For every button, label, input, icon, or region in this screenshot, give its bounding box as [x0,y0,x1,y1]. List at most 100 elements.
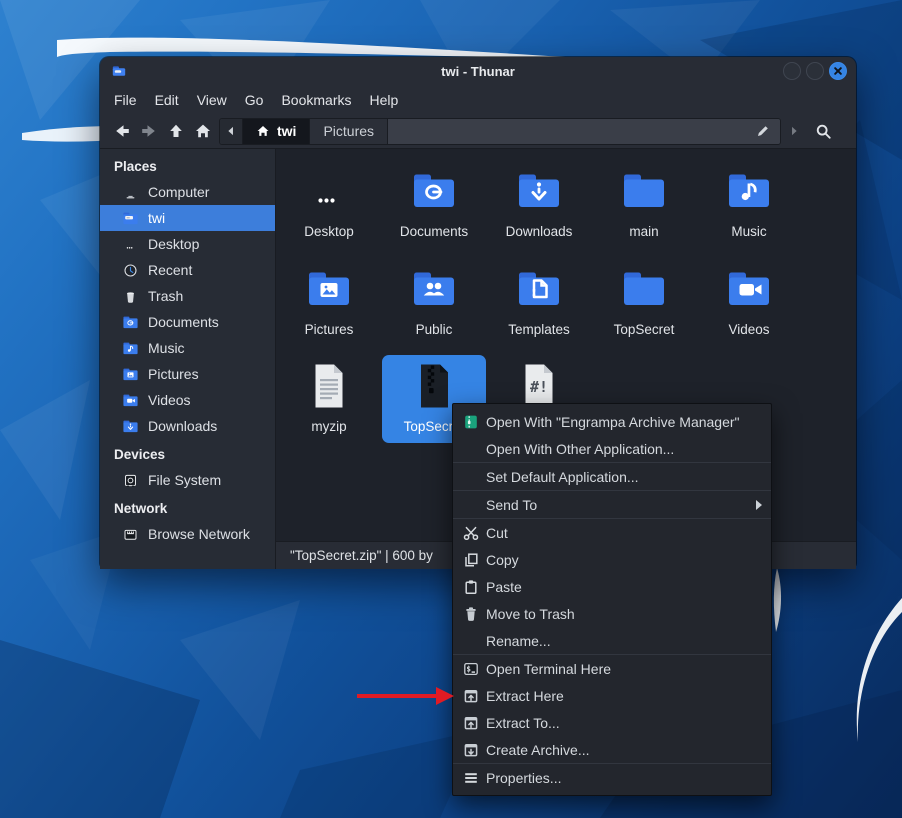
toolbar: twi Pictures [100,114,856,148]
menu-item-paste[interactable]: Paste [453,573,771,600]
sidebar-item-file-system[interactable]: File System [100,467,275,493]
file-label: main [629,224,658,239]
menu-item-label: Properties... [486,770,561,786]
engrampa-icon [463,414,479,430]
menu-view[interactable]: View [188,89,236,111]
menu-edit[interactable]: Edit [146,89,188,111]
trash-icon [122,288,139,305]
file-label: Documents [400,224,468,239]
folder-pictures-icon [305,265,353,313]
file-item-main[interactable]: main [592,160,696,248]
menu-item-move-to-trash[interactable]: Move to Trash [453,600,771,627]
menu-item-properties[interactable]: Properties... [453,764,771,791]
menu-item-extract-to[interactable]: Extract To... [453,709,771,736]
documents-folder-icon [122,314,139,331]
menu-item-label: Open Terminal Here [486,661,611,677]
file-item-videos[interactable]: Videos [697,258,801,346]
chevron-right-icon [786,123,802,139]
menu-item-label: Open With "Engrampa Archive Manager" [486,414,740,430]
menu-item-label: Rename... [486,633,551,649]
menu-help[interactable]: Help [361,89,408,111]
clipboard-icon [463,579,479,595]
computer-icon [122,184,139,201]
menu-go[interactable]: Go [236,89,273,111]
file-label: Videos [728,322,769,337]
file-label: TopSecret [614,322,675,337]
sidebar-item-label: twi [148,210,165,226]
folder-music-icon [725,167,773,215]
minimize-button[interactable] [783,62,801,80]
menu-item-create-archive[interactable]: Create Archive... [453,736,771,763]
menu-item-set-default-application[interactable]: Set Default Application... [453,463,771,490]
file-label: Pictures [305,322,354,337]
user-home-folder-icon [122,210,139,227]
sidebar-item-pictures[interactable]: Pictures [100,361,275,387]
file-item-myzip[interactable]: myzip [277,355,381,443]
sidebar-item-label: Browse Network [148,526,250,542]
file-item-downloads[interactable]: Downloads [487,160,591,248]
file-item-topsecret-folder[interactable]: TopSecret [592,258,696,346]
file-item-music[interactable]: Music [697,160,801,248]
file-label: myzip [311,419,346,434]
menu-item-extract-here[interactable]: Extract Here [453,682,771,709]
menu-item-label: Create Archive... [486,742,590,758]
menu-item-label: Extract To... [486,715,560,731]
sidebar-item-videos[interactable]: Videos [100,387,275,413]
folder-templates-icon [515,265,563,313]
maximize-button[interactable] [806,62,824,80]
terminal-icon [463,661,479,677]
edit-path-button[interactable] [746,119,780,144]
sidebar-header-devices: Devices [100,443,275,467]
menu-bookmarks[interactable]: Bookmarks [272,89,360,111]
sidebar-item-computer[interactable]: Computer [100,179,275,205]
trash-icon [463,606,479,622]
menu-item-open-with-other[interactable]: Open With Other Application... [453,435,771,462]
downloads-folder-icon [122,418,139,435]
menu-item-rename[interactable]: Rename... [453,627,771,654]
sidebar-item-label: Downloads [148,418,217,434]
sidebar-item-browse-network[interactable]: Browse Network [100,521,275,547]
menu-item-copy[interactable]: Copy [453,546,771,573]
path-empty-area[interactable] [388,119,780,144]
up-button[interactable] [162,118,189,144]
sidebar-item-desktop[interactable]: Desktop [100,231,275,257]
file-item-pictures[interactable]: Pictures [277,258,381,346]
path-scroll-left-button[interactable] [220,119,243,144]
sidebar-item-label: File System [148,472,221,488]
sidebar-item-downloads[interactable]: Downloads [100,413,275,439]
path-scroll-right-button[interactable] [784,118,804,144]
back-button[interactable] [108,118,135,144]
sidebar-item-label: Desktop [148,236,199,252]
file-item-templates[interactable]: Templates [487,258,591,346]
home-button[interactable] [189,118,216,144]
desktop-icon [122,236,139,253]
path-segment-pictures[interactable]: Pictures [310,119,388,144]
copy-icon [463,552,479,568]
sidebar-item-documents[interactable]: Documents [100,309,275,335]
sidebar-item-trash[interactable]: Trash [100,283,275,309]
path-segment-home[interactable]: twi [243,119,310,144]
close-button[interactable] [829,62,847,80]
menu-file[interactable]: File [105,89,146,111]
home-icon [194,122,212,140]
search-button[interactable] [811,118,835,144]
folder-videos-icon [725,265,773,313]
sidebar-header-places: Places [100,155,275,179]
titlebar[interactable]: twi - Thunar [100,57,856,85]
chevron-left-icon [223,123,239,139]
sidebar-item-recent[interactable]: Recent [100,257,275,283]
menu-item-send-to[interactable]: Send To [453,491,771,518]
sidebar-item-music[interactable]: Music [100,335,275,361]
menu-item-open-with-engrampa[interactable]: Open With "Engrampa Archive Manager" [453,408,771,435]
forward-button[interactable] [135,118,162,144]
videos-folder-icon [122,392,139,409]
extract-icon [463,715,479,731]
sidebar-item-twi[interactable]: twi [100,205,275,231]
file-item-public[interactable]: Public [382,258,486,346]
menu-item-label: Extract Here [486,688,564,704]
menu-item-cut[interactable]: Cut [453,519,771,546]
menu-item-open-terminal-here[interactable]: Open Terminal Here [453,655,771,682]
file-item-documents[interactable]: Documents [382,160,486,248]
file-label: Music [731,224,766,239]
file-item-desktop[interactable]: Desktop [277,160,381,248]
